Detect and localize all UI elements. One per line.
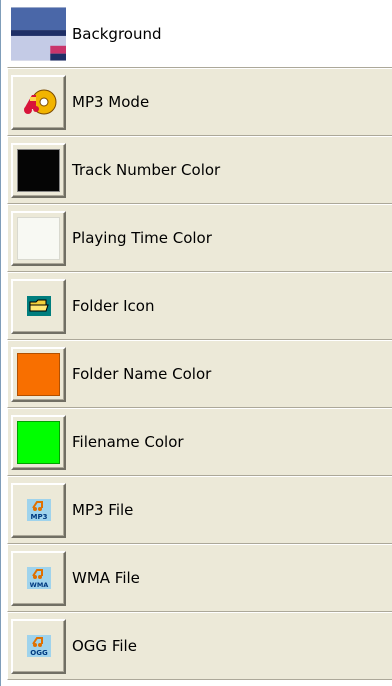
list-item-folder-name-color[interactable]: Folder Name Color (7, 340, 392, 408)
list-item-label: Track Number Color (72, 161, 221, 179)
playing-time-color-button[interactable] (11, 210, 66, 266)
mp3-mode-button[interactable] (11, 74, 66, 130)
ogg-file-button[interactable]: OGG (11, 618, 66, 674)
list-item-label: Filename Color (72, 433, 184, 451)
background-preview-icon (11, 7, 66, 61)
folder-icon-button[interactable] (11, 278, 66, 334)
settings-list: Background MP3 Mode Track Number Color P… (7, 0, 392, 680)
ogg-file-icon: OGG (26, 635, 51, 657)
color-swatch (17, 420, 60, 464)
list-item-wma-file[interactable]: WMA WMA File (7, 544, 392, 612)
mp3-mode-icon (23, 89, 56, 115)
wma-file-button[interactable]: WMA (11, 550, 66, 606)
list-item-label: Folder Name Color (72, 365, 212, 383)
list-item-track-number-color[interactable]: Track Number Color (7, 136, 392, 204)
list-item-label: Folder Icon (72, 297, 155, 315)
wma-file-icon: WMA (26, 567, 51, 589)
color-swatch (17, 216, 60, 260)
list-item-playing-time-color[interactable]: Playing Time Color (7, 204, 392, 272)
mp3-file-icon: MP3 (26, 499, 51, 521)
folder-icon (26, 296, 51, 316)
color-swatch (17, 352, 60, 396)
mp3-badge-text: MP3 (30, 513, 47, 521)
list-item-mp3-mode[interactable]: MP3 Mode (7, 68, 392, 136)
list-item-mp3-file[interactable]: MP3 MP3 File (7, 476, 392, 544)
list-item-background[interactable]: Background (7, 0, 392, 68)
folder-name-color-button[interactable] (11, 346, 66, 402)
settings-panel: Background MP3 Mode Track Number Color P… (0, 0, 392, 686)
mp3-file-button[interactable]: MP3 (11, 482, 66, 538)
color-swatch (17, 148, 60, 192)
track-number-color-button[interactable] (11, 142, 66, 198)
background-preview-button[interactable] (11, 7, 66, 62)
list-item-label: Playing Time Color (72, 229, 212, 247)
list-item-label: WMA File (72, 569, 140, 587)
list-item-label: MP3 File (72, 501, 134, 519)
wma-badge-text: WMA (29, 581, 48, 589)
list-item-label: OGG File (72, 637, 137, 655)
ogg-badge-text: OGG (30, 649, 48, 657)
list-item-folder-icon[interactable]: Folder Icon (7, 272, 392, 340)
filename-color-button[interactable] (11, 414, 66, 470)
list-item-filename-color[interactable]: Filename Color (7, 408, 392, 476)
list-item-label: MP3 Mode (72, 93, 150, 111)
list-item-label: Background (72, 25, 162, 43)
list-item-ogg-file[interactable]: OGG OGG File (7, 612, 392, 680)
